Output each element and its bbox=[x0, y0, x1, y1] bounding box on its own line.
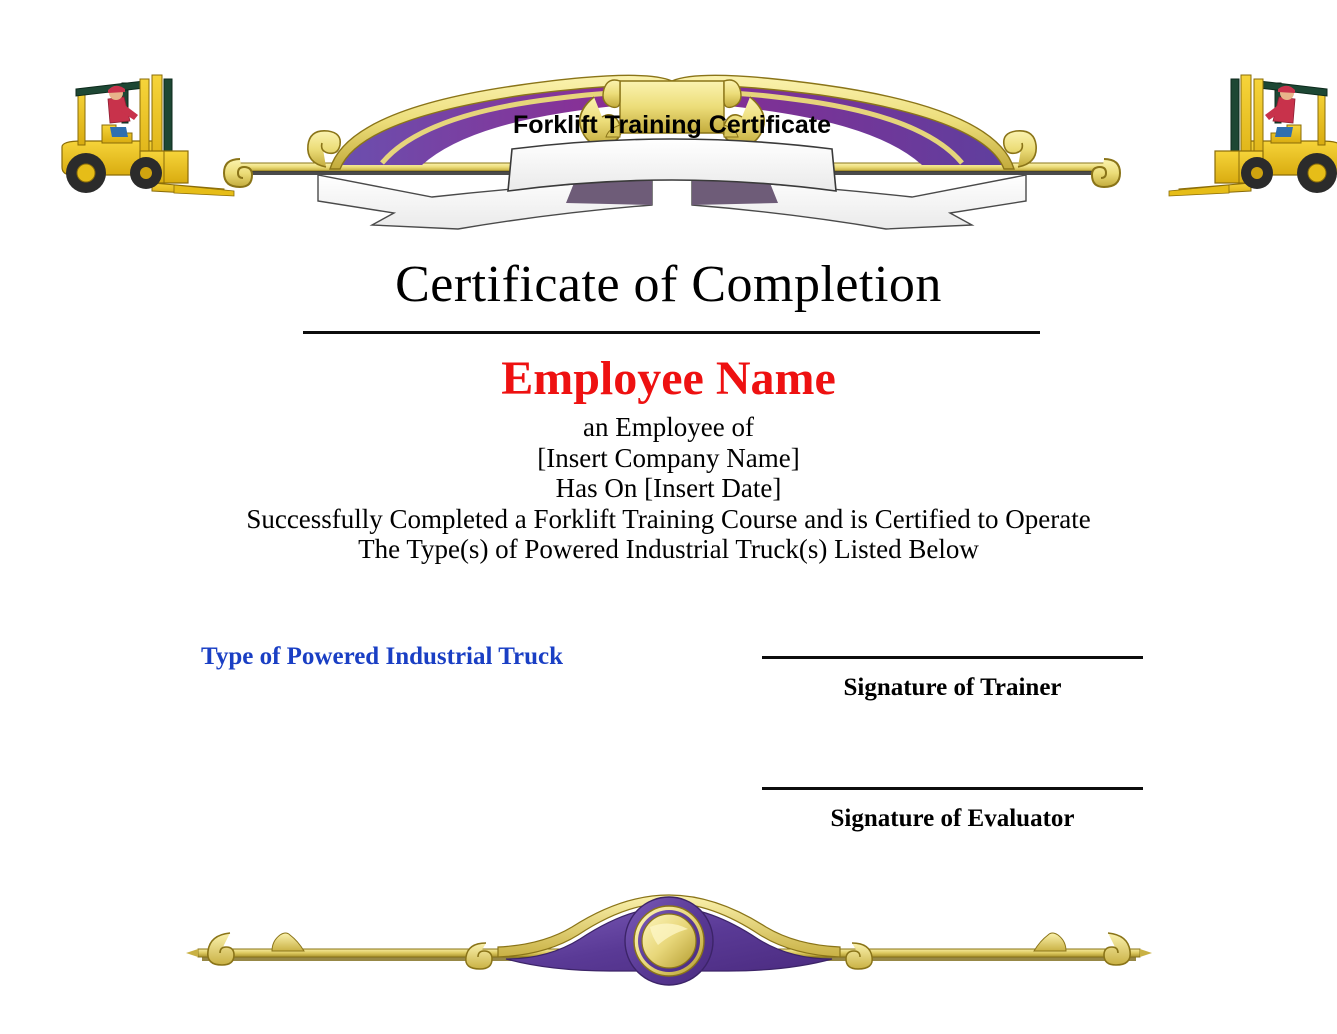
body-line-4: Successfully Completed a Forklift Traini… bbox=[246, 503, 1091, 534]
title-divider bbox=[303, 331, 1040, 334]
certificate-banner: Forklift Training Certificate bbox=[222, 63, 1122, 230]
signature-label-trainer: Signature of Trainer bbox=[843, 674, 1062, 701]
body-line-5: The Type(s) of Powered Industrial Truck(… bbox=[358, 534, 979, 564]
body-line-2: [Insert Company Name] bbox=[537, 442, 800, 473]
certificate-body: an Employee of [Insert Company Name] Has… bbox=[0, 412, 1337, 565]
signature-label-evaluator: Signature of Evaluator bbox=[830, 805, 1075, 832]
footer-ornament bbox=[168, 885, 1170, 990]
body-line-1: an Employee of bbox=[583, 412, 754, 442]
banner-title: Forklift Training Certificate bbox=[512, 111, 832, 139]
body-line-3: Has On [Insert Date] bbox=[555, 473, 782, 503]
forklift-icon-right bbox=[1135, 55, 1337, 210]
employee-name: Employee Name bbox=[501, 352, 836, 405]
signature-line-trainer bbox=[762, 656, 1143, 659]
header-band: Forklift Training Certificate bbox=[0, 55, 1337, 230]
signature-line-evaluator bbox=[762, 787, 1143, 790]
truck-type-label: Type of Powered Industrial Truck bbox=[201, 643, 564, 670]
page-title: Certificate of Completion bbox=[395, 256, 942, 313]
